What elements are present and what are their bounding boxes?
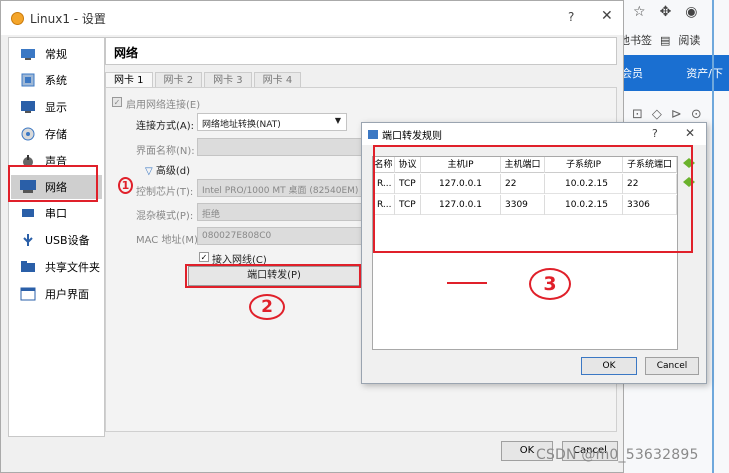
shared-folder-icon — [19, 259, 37, 275]
nav-label: 系统 — [45, 74, 67, 87]
window-title: Linux1 - 设置 — [30, 11, 106, 26]
dialog-title: 端口转发规则 — [382, 130, 442, 142]
help-button[interactable]: ? — [568, 10, 574, 24]
dialog-close-button[interactable]: ✕ — [685, 126, 695, 140]
adapter-tabs: 网卡 1 网卡 2 网卡 3 网卡 4 — [105, 72, 303, 88]
virtualbox-icon — [11, 11, 24, 25]
more-icon[interactable]: ⊙ — [691, 107, 702, 122]
annotation-arrow — [447, 282, 487, 284]
nav-label: 存储 — [45, 128, 67, 141]
account-icon[interactable]: ◉ — [685, 4, 697, 20]
adapter-type-select[interactable]: Intel PRO/1000 MT 桌面 (82540EM) — [197, 179, 365, 197]
general-icon — [19, 46, 37, 62]
annotation-port-forward-highlight — [185, 264, 361, 288]
display-icon — [19, 99, 37, 115]
nav-label: 共享文件夹 — [45, 261, 100, 274]
star-icon[interactable]: ☆ — [633, 4, 646, 20]
nav-item-general[interactable]: 常规 — [11, 42, 102, 66]
section-title: 网络 — [105, 37, 617, 65]
nav-label: 用户界面 — [45, 288, 89, 301]
tab-adapter-2[interactable]: 网卡 2 — [154, 72, 203, 88]
tag-icon[interactable]: ◇ — [652, 107, 662, 122]
dialog-cancel-button[interactable]: Cancel — [645, 357, 699, 375]
nav-item-serial[interactable]: 串口 — [11, 201, 102, 225]
title-bar: Linux1 - 设置 ? ✕ — [1, 1, 623, 35]
annotation-rules-highlight — [373, 145, 693, 253]
annotation-step-2: 2 — [249, 294, 285, 320]
watermark: CSDN @m0_53632895 — [536, 447, 699, 463]
interface-name-select[interactable] — [197, 138, 365, 156]
browser-page-icons: ⊡ ◇ ⊳ ⊙ — [632, 107, 702, 122]
annotation-step-3: 3 — [529, 268, 571, 300]
nav-item-system[interactable]: 系统 — [11, 68, 102, 92]
nav-item-user-interface[interactable]: 用户界面 — [11, 282, 102, 306]
enable-adapter-label: 启用网络连接(E) — [126, 100, 201, 111]
system-icon — [19, 72, 37, 88]
cable-connected-checkbox[interactable]: ✓ — [199, 252, 209, 262]
tab-adapter-1[interactable]: 网卡 1 — [105, 72, 153, 88]
nav-label: USB设备 — [45, 234, 90, 247]
nav-item-storage[interactable]: 存储 — [11, 122, 102, 146]
close-button[interactable]: ✕ — [601, 8, 613, 24]
user-interface-icon — [19, 286, 37, 302]
mac-address-label: MAC 地址(M): — [136, 235, 202, 246]
advanced-toggle[interactable]: ▽ 高级(d) — [145, 162, 190, 177]
network-icon — [368, 129, 378, 139]
asset-link[interactable]: 资产/下 — [686, 65, 723, 81]
dialog-help-button[interactable]: ? — [652, 127, 658, 140]
promiscuous-mode-label: 混杂模式(P): — [136, 211, 194, 222]
enable-adapter-checkbox[interactable]: ✓ — [112, 97, 122, 107]
chevron-down-icon: ▽ — [145, 166, 153, 177]
attached-to-label: 连接方式(A): — [136, 121, 195, 132]
nav-label: 串口 — [45, 207, 67, 220]
attached-to-value: 网络地址转换(NAT) — [202, 120, 281, 130]
save-icon[interactable]: ⊡ — [632, 107, 643, 122]
adapter-type-label: 控制芯片(T): — [136, 187, 194, 198]
serial-port-icon — [19, 205, 37, 221]
reading-list-icon[interactable]: ▤ — [660, 34, 670, 47]
nav-label: 常规 — [45, 48, 67, 61]
nav-item-usb[interactable]: USB设备 — [11, 228, 102, 252]
nav-item-display[interactable]: 显示 — [11, 95, 102, 119]
extension-icon[interactable]: ✥ — [660, 4, 672, 20]
annotation-network-highlight — [8, 165, 98, 202]
mac-address-field[interactable]: 080027E808C0 — [197, 227, 365, 245]
tab-adapter-4[interactable]: 网卡 4 — [253, 72, 302, 88]
usb-icon — [19, 232, 37, 248]
reading-list-label[interactable]: 阅读 — [678, 32, 700, 48]
advanced-label: 高级(d) — [155, 166, 191, 177]
annotation-step-1: 1 — [118, 177, 133, 194]
nav-item-shared-folders[interactable]: 共享文件夹 — [11, 255, 102, 279]
storage-icon — [19, 126, 37, 142]
settings-nav: 常规 系统 显示 存储 声音 网络 串口 USB设备 共享文件夹 用户界面 — [8, 37, 105, 437]
dialog-ok-button[interactable]: OK — [581, 357, 637, 375]
chevron-down-icon: ▼ — [334, 116, 341, 125]
browser-toolbar-icons: ☆ ✥ ◉ — [633, 4, 698, 20]
play-icon[interactable]: ⊳ — [671, 107, 682, 122]
member-link[interactable]: 会员 — [621, 65, 643, 81]
window-edge — [712, 0, 714, 473]
nav-label: 显示 — [45, 101, 67, 114]
interface-name-label: 界面名称(N): — [136, 146, 195, 157]
tab-adapter-3[interactable]: 网卡 3 — [204, 72, 252, 88]
attached-to-select[interactable]: 网络地址转换(NAT) ▼ — [197, 113, 347, 131]
promiscuous-mode-select[interactable]: 拒绝 — [197, 203, 365, 221]
